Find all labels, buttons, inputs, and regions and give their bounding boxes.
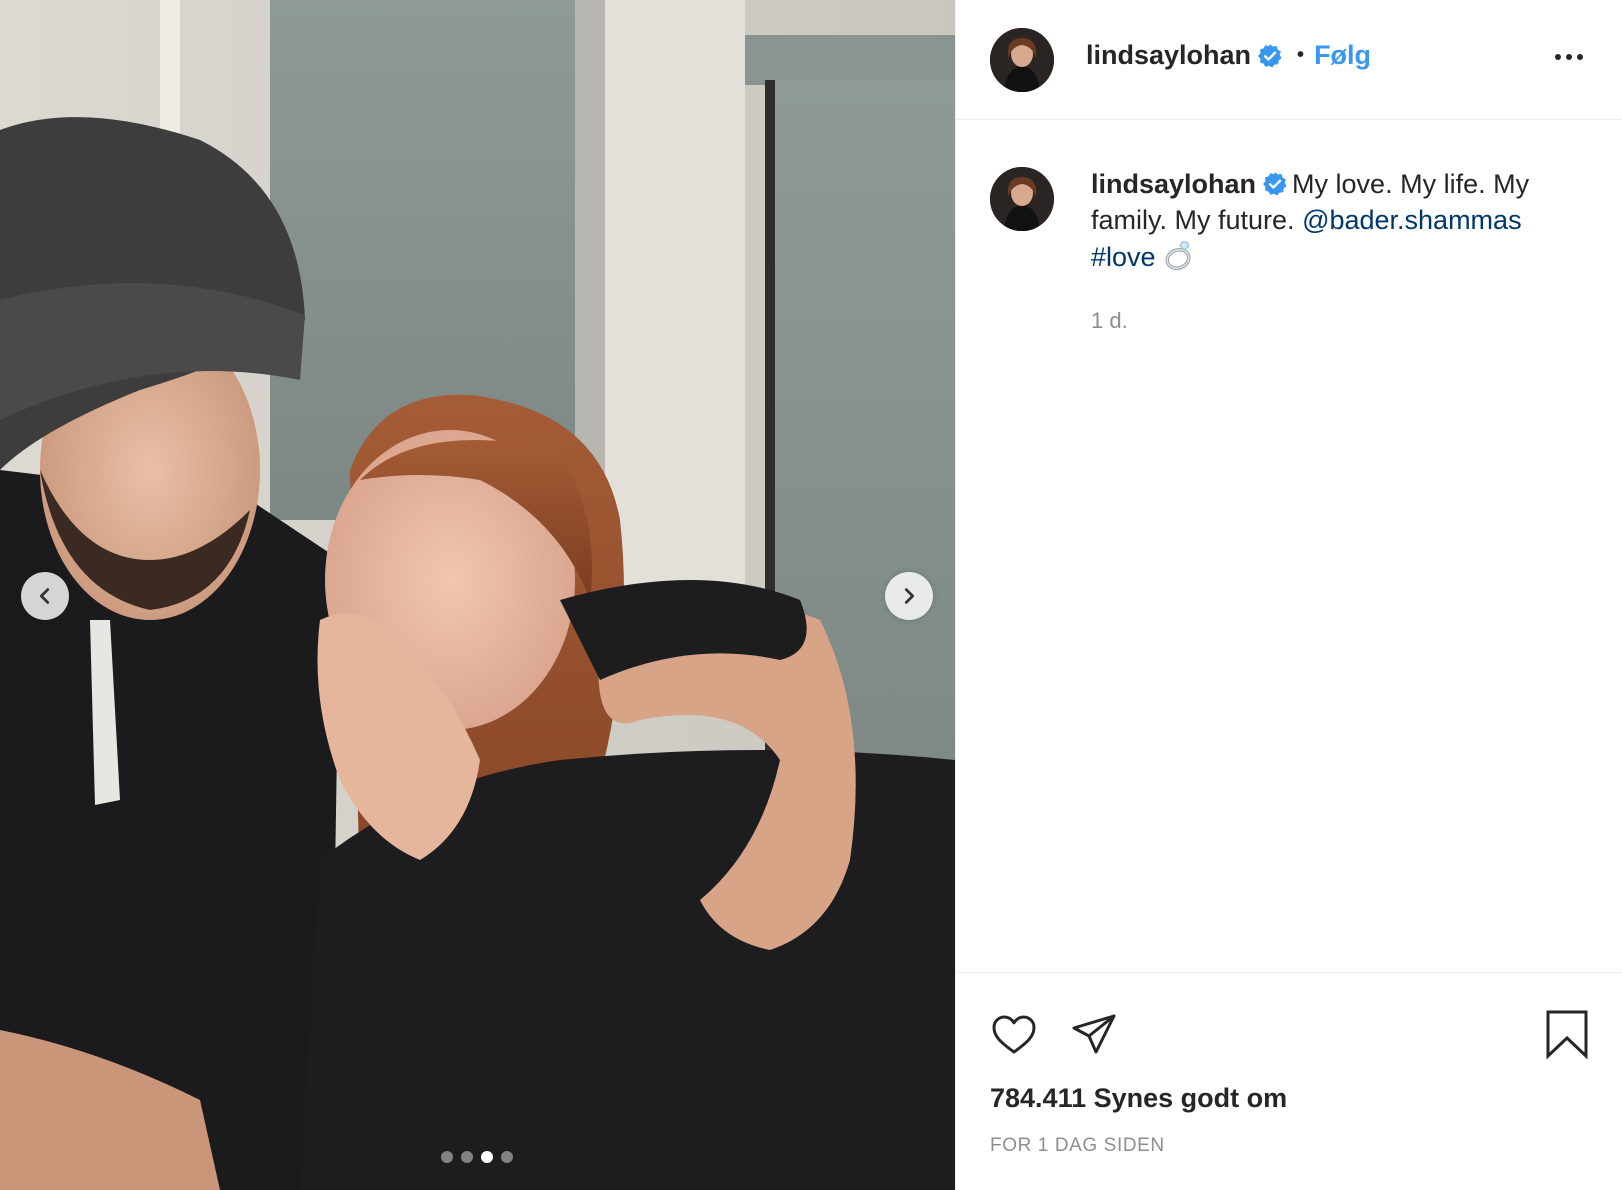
share-button[interactable] <box>1070 1011 1118 1059</box>
bookmark-icon <box>1546 1010 1588 1059</box>
profile-photo <box>990 28 1054 92</box>
like-button[interactable] <box>990 1011 1038 1059</box>
carousel-next-button[interactable] <box>885 572 933 620</box>
carousel-dot <box>461 1151 473 1163</box>
comments-section: lindsaylohan My love. My life. My family… <box>956 120 1622 972</box>
header-user-line: lindsaylohan • Følg <box>1086 40 1371 71</box>
chevron-right-icon <box>904 588 915 604</box>
post-side-panel: lindsaylohan • Følg lindsaylohan My love… <box>955 0 1622 1190</box>
more-options-icon <box>1577 54 1583 60</box>
chevron-left-icon <box>39 588 50 604</box>
mention-link[interactable]: @bader.shammas <box>1302 205 1522 235</box>
post-timestamp[interactable]: FOR 1 DAG SIDEN <box>990 1135 1165 1157</box>
carousel-dot-active <box>481 1151 493 1163</box>
heart-icon <box>992 1015 1036 1054</box>
likes-count[interactable]: 784.411 Synes godt om <box>990 1083 1287 1114</box>
follow-button[interactable]: Følg <box>1314 40 1371 71</box>
avatar[interactable] <box>990 28 1054 92</box>
paper-plane-icon <box>1072 1014 1116 1054</box>
separator-dot: • <box>1297 44 1305 66</box>
carousel-dot <box>501 1151 513 1163</box>
post-caption: lindsaylohan My love. My life. My family… <box>1091 166 1591 275</box>
verified-badge-icon <box>1263 172 1287 196</box>
post-header: lindsaylohan • Følg <box>956 0 1622 120</box>
comment-timestamp[interactable]: 1 d. <box>1091 308 1128 334</box>
hashtag-link[interactable]: #love <box>1091 242 1156 272</box>
more-options-icon <box>1555 54 1561 60</box>
ring-emoji-icon <box>1165 241 1191 271</box>
caption-username-link[interactable]: lindsaylohan <box>1091 169 1256 199</box>
post-photo <box>0 0 955 1190</box>
more-options-icon <box>1566 54 1572 60</box>
more-options-button[interactable] <box>1549 42 1589 72</box>
profile-photo <box>990 167 1054 231</box>
post-media <box>0 0 955 1190</box>
avatar[interactable] <box>990 167 1054 231</box>
post-actions: 784.411 Synes godt om FOR 1 DAG SIDEN <box>956 972 1622 1190</box>
verified-badge-icon <box>1258 43 1282 67</box>
carousel-indicator <box>441 1151 513 1163</box>
carousel-dot <box>441 1151 453 1163</box>
save-button[interactable] <box>1545 1009 1589 1059</box>
carousel-prev-button[interactable] <box>21 572 69 620</box>
username-link[interactable]: lindsaylohan <box>1086 40 1251 71</box>
